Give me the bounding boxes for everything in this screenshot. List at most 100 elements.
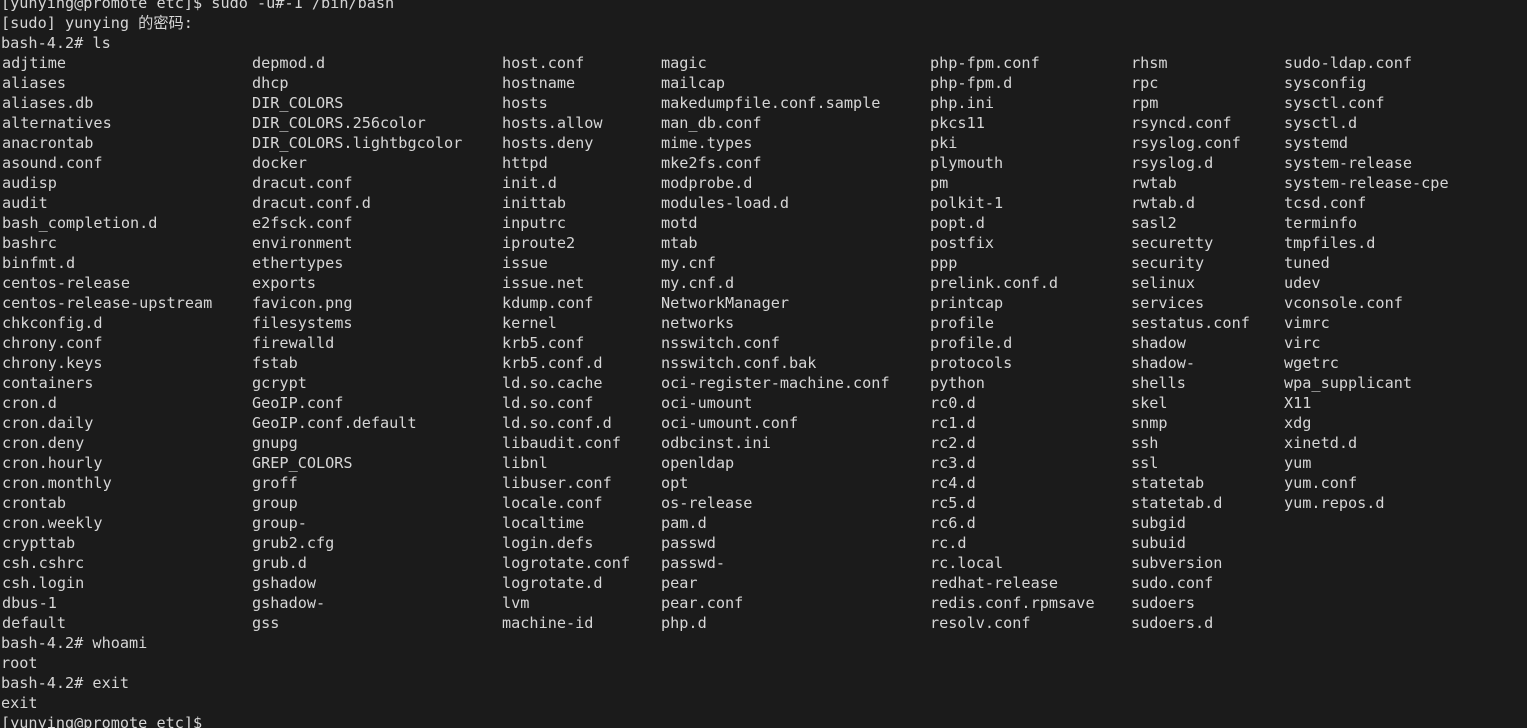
ls-entry: sudoers.d (1131, 614, 1214, 632)
terminal-window[interactable]: [yunying@promote etc]$ sudo -u#-1 /bin/b… (0, 0, 1527, 728)
ls-entry: csh.cshrc (2, 554, 85, 572)
ls-entry: yum.conf (1284, 474, 1358, 492)
ls-entry: mtab (661, 234, 698, 252)
terminal-line-command-whoami: bash-4.2# whoami (1, 634, 148, 652)
ls-entry: rc.local (930, 554, 1004, 572)
terminal-line-command-sudo: [yunying@promote etc]$ sudo -u#-1 /bin/b… (1, 0, 395, 12)
ls-entry: pm (930, 174, 949, 192)
ls-column-1: adjtime aliases aliases.db alternatives anac… (1, 53, 212, 633)
ls-entry: passwd (661, 534, 716, 552)
ls-entry: GeoIP.conf (252, 394, 344, 412)
ls-entry: grub2.cfg (252, 534, 335, 552)
ls-entry: ethertypes (252, 254, 344, 272)
ls-entry: gcrypt (252, 374, 307, 392)
ls-entry: tuned (1284, 254, 1330, 272)
ls-entry: passwd- (661, 554, 726, 572)
ls-entry: nsswitch.conf.bak (661, 354, 817, 372)
ls-entry: dbus-1 (2, 594, 57, 612)
ls-entry: mke2fs.conf (661, 154, 762, 172)
terminal-line-command-ls: bash-4.2# ls (1, 34, 111, 52)
ls-entry: rc5.d (930, 494, 976, 512)
ls-entry: DIR_COLORS (252, 94, 344, 112)
ls-entry: chrony.keys (2, 354, 103, 372)
ls-entry: cron.daily (2, 414, 94, 432)
ls-entry: rc2.d (930, 434, 976, 452)
ls-entry: my.cnf (661, 254, 716, 272)
ls-entry: hosts.allow (502, 114, 603, 132)
ls-entry: networks (661, 314, 735, 332)
ls-entry: asound.conf (2, 154, 103, 172)
ls-entry: ssh (1131, 434, 1159, 452)
ls-entry: tcsd.conf (1284, 194, 1367, 212)
ls-entry: securetty (1131, 234, 1214, 252)
ls-entry: shadow (1131, 334, 1186, 352)
ls-entry: statetab (1131, 474, 1205, 492)
ls-entry: opt (661, 474, 689, 492)
ls-entry: ld.so.conf.d (502, 414, 612, 432)
ls-entry: nsswitch.conf (661, 334, 780, 352)
ls-entry: GeoIP.conf.default (252, 414, 417, 432)
ls-entry: rsyslog.conf (1131, 134, 1241, 152)
ls-entry: crontab (2, 494, 67, 512)
ls-entry: chkconfig.d (2, 314, 103, 332)
ls-entry: libnl (502, 454, 548, 472)
ls-column-5: php-fpm.conf php-fpm.d php.ini pkcs11 pki ply… (929, 53, 1095, 633)
ls-entry: login.defs (502, 534, 594, 552)
ls-entry: xinetd.d (1284, 434, 1358, 452)
ls-column-4: magic mailcap makedumpfile.conf.sample man_… (660, 53, 890, 633)
ls-entry: statetab.d (1131, 494, 1223, 512)
ls-entry: exports (252, 274, 317, 292)
ls-entry: gshadow- (252, 594, 326, 612)
ls-entry: printcap (930, 294, 1004, 312)
ls-entry: group (252, 494, 298, 512)
ls-entry: yum (1284, 454, 1312, 472)
ls-entry: csh.login (2, 574, 85, 592)
ls-entry: rwtab.d (1131, 194, 1196, 212)
ls-entry: sestatus.conf (1131, 314, 1250, 332)
ls-entry: audit (2, 194, 48, 212)
ls-entry: odbcinst.ini (661, 434, 771, 452)
ls-entry: httpd (502, 154, 548, 172)
ls-entry: php.d (661, 614, 707, 632)
ls-entry: mime.types (661, 134, 753, 152)
ls-entry: resolv.conf (930, 614, 1031, 632)
terminal-line-whoami-output: root (1, 654, 38, 672)
ls-entry: pear (661, 574, 698, 592)
ls-column-6: rhsm rpc rpm rsyncd.conf rsyslog.conf rsyslog… (1130, 53, 1250, 633)
ls-entry: services (1131, 294, 1205, 312)
ls-entry: cron.hourly (2, 454, 103, 472)
ls-entry: makedumpfile.conf.sample (661, 94, 881, 112)
ls-entry: popt.d (930, 214, 985, 232)
ls-entry: sysconfig (1284, 74, 1367, 92)
ls-entry: vimrc (1284, 314, 1330, 332)
ls-entry: aliases (2, 74, 67, 92)
ls-entry: polkit-1 (930, 194, 1004, 212)
ls-entry: containers (2, 374, 94, 392)
ls-entry: iproute2 (502, 234, 576, 252)
ls-column-3: host.conf hostname hosts hosts.allow hosts.d… (501, 53, 630, 633)
ls-entry: sysctl.conf (1284, 94, 1385, 112)
ls-entry: shadow- (1131, 354, 1196, 372)
terminal-screen: [yunying@promote etc]$ sudo -u#-1 /bin/b… (0, 0, 1527, 728)
ls-entry: plymouth (930, 154, 1004, 172)
ls-entry: openldap (661, 454, 735, 472)
ls-entry: man_db.conf (661, 114, 762, 132)
ls-entry: libuser.conf (502, 474, 612, 492)
ls-entry: machine-id (502, 614, 594, 632)
ls-entry: krb5.conf (502, 334, 585, 352)
ls-entry: NetworkManager (661, 294, 790, 312)
ls-entry: inputrc (502, 214, 567, 232)
ls-entry: rsyslog.d (1131, 154, 1214, 172)
ls-entry: group- (252, 514, 307, 532)
ls-entry: rwtab (1131, 174, 1177, 192)
ls-entry: systemd (1284, 134, 1349, 152)
ls-column-7: sudo-ldap.conf sysconfig sysctl.conf sysctl… (1283, 53, 1449, 513)
ls-entry: system-release (1284, 154, 1413, 172)
ls-entry: chrony.conf (2, 334, 103, 352)
ls-entry: anacrontab (2, 134, 94, 152)
ls-entry: krb5.conf.d (502, 354, 603, 372)
ls-entry: cron.weekly (2, 514, 103, 532)
ls-entry: dracut.conf (252, 174, 353, 192)
ls-entry: libaudit.conf (502, 434, 621, 452)
ls-entry: bash_completion.d (2, 214, 158, 232)
